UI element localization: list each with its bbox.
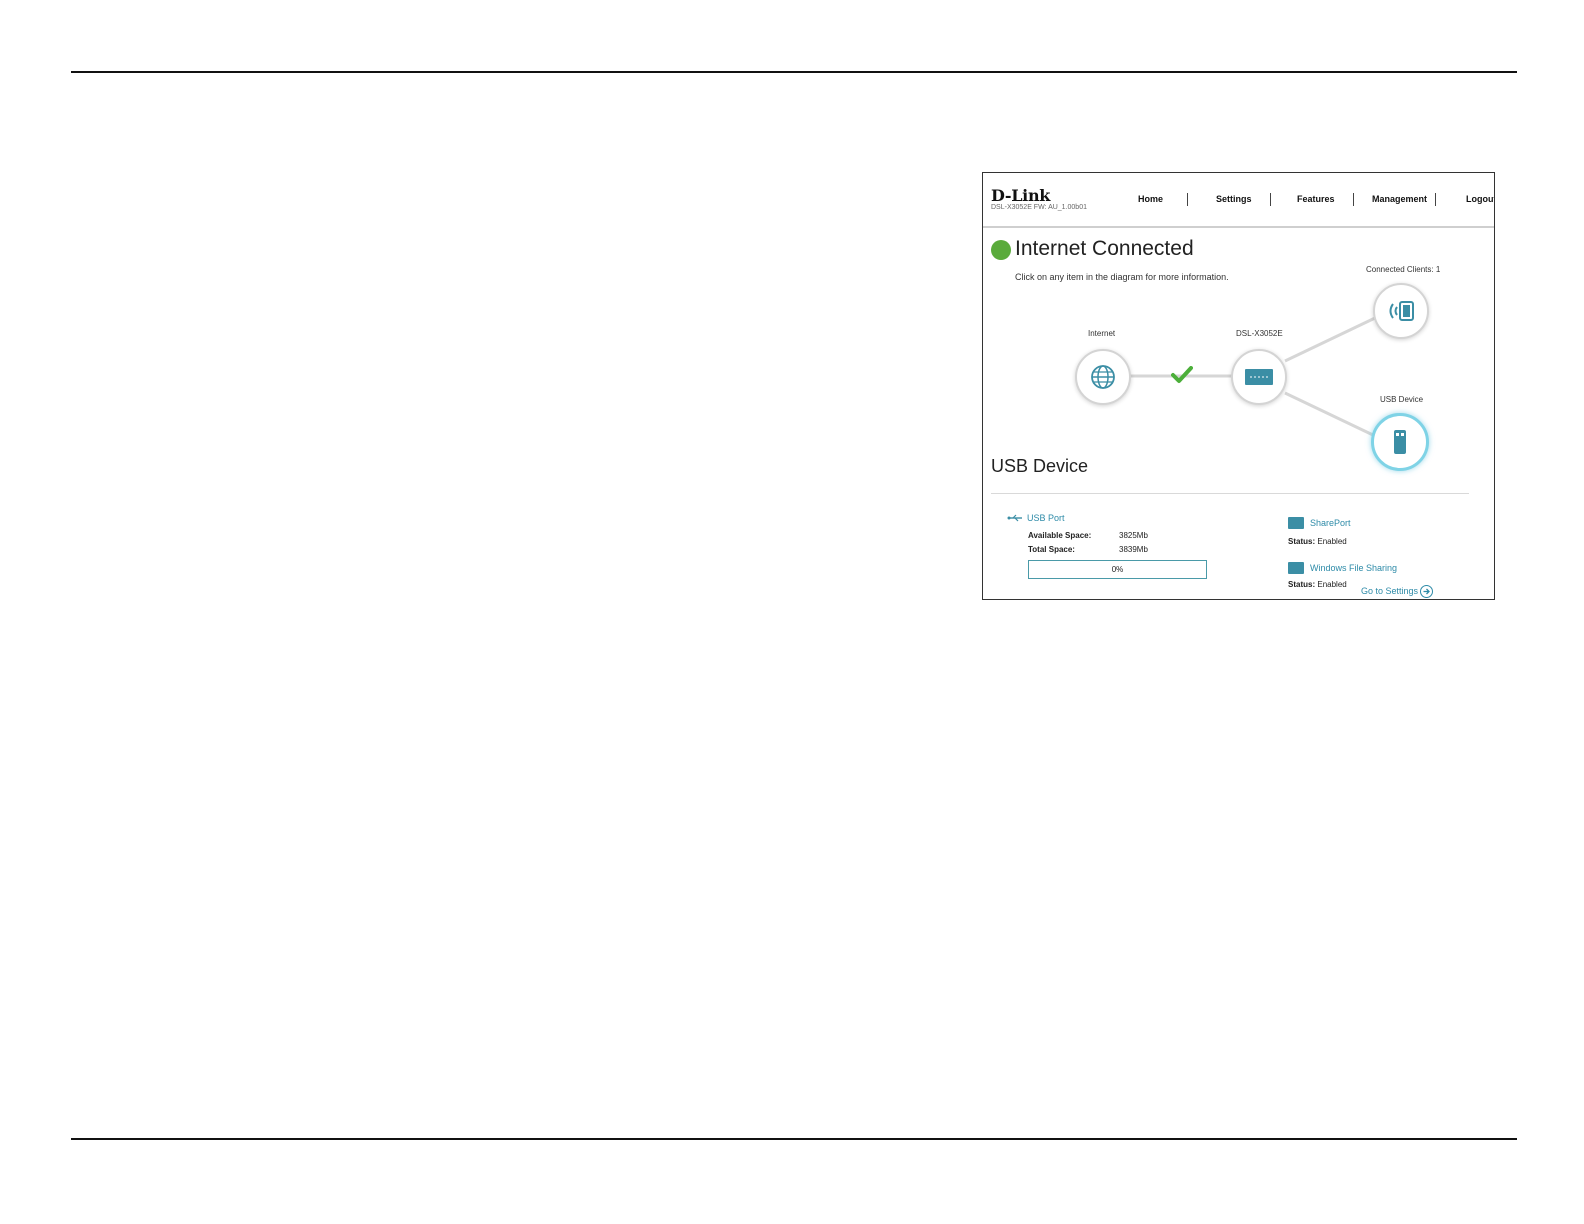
usb-symbol-icon [1007, 514, 1022, 522]
shareport-status: Status: Enabled [1288, 537, 1347, 546]
internet-label: Internet [1088, 329, 1116, 338]
router-clients-link [1284, 316, 1376, 363]
router-ui-screenshot: D-Link DSL-X3052E FW: AU_1.00b01 Home Se… [982, 172, 1495, 600]
usage-progress-bar: 0% [1028, 560, 1207, 579]
shareport-link[interactable]: SharePort [1310, 518, 1351, 528]
router-icon [1245, 369, 1273, 385]
globe-icon [1091, 365, 1115, 389]
wfs-status-label: Status: [1288, 580, 1316, 589]
check-icon [1171, 366, 1193, 383]
usb-device-node[interactable] [1371, 413, 1429, 471]
usb-port-link[interactable]: USB Port [1027, 513, 1065, 523]
section-divider [991, 493, 1469, 494]
total-space-value: 3839Mb [1119, 545, 1148, 554]
router-node[interactable] [1231, 349, 1287, 405]
shared-folder-icon [1288, 562, 1304, 574]
connected-clients-node[interactable] [1373, 283, 1429, 339]
clients-label: Connected Clients: 1 [1366, 265, 1441, 274]
available-space-label: Available Space: [1028, 531, 1092, 540]
shareport-status-value: Enabled [1317, 537, 1347, 546]
total-space-label: Total Space: [1028, 545, 1075, 554]
go-to-settings-link[interactable]: Go to Settings [1361, 586, 1418, 596]
usb-device-label: USB Device [1380, 395, 1424, 404]
wireless-client-icon [1389, 301, 1414, 321]
usage-progress-text: 0% [1111, 565, 1124, 574]
available-space-value: 3825Mb [1119, 531, 1148, 540]
router-usb-link [1284, 391, 1374, 437]
shareport-status-label: Status: [1288, 537, 1316, 546]
folder-icon [1288, 517, 1304, 529]
wfs-status-value: Enabled [1317, 580, 1347, 589]
windows-file-sharing-link[interactable]: Windows File Sharing [1310, 563, 1397, 573]
section-title: USB Device [991, 456, 1089, 476]
router-label: DSL-X3052E [1236, 329, 1283, 338]
bottom-rule [71, 1138, 1517, 1140]
internet-node[interactable] [1075, 349, 1131, 405]
arrow-circle-icon[interactable] [1420, 585, 1433, 598]
wfs-status: Status: Enabled [1288, 580, 1347, 589]
usb-stick-icon [1394, 430, 1406, 454]
top-rule [71, 71, 1517, 73]
